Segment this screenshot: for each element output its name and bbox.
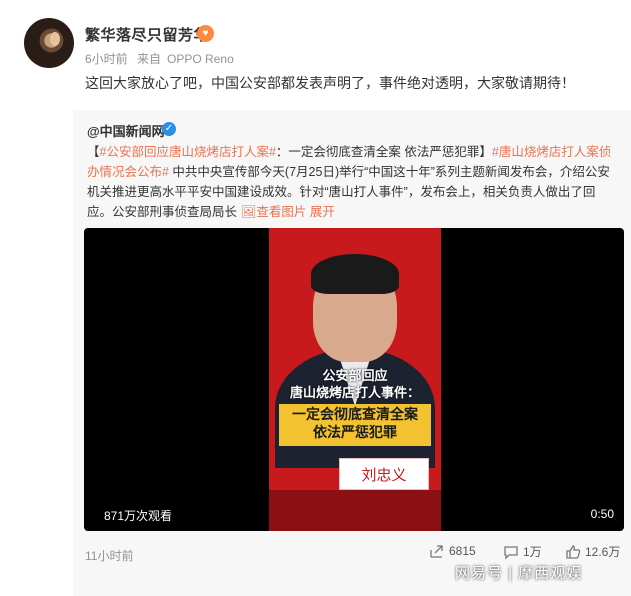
verified-icon: ✓ [162, 122, 176, 136]
bracket-open: 【 [87, 145, 100, 159]
expand-link[interactable]: 展开 [310, 205, 335, 219]
repost-text: 【#公安部回应唐山烧烤店打人案#：一定会彻底查清全案 依法严惩犯罪】#唐山烧烤店… [87, 142, 619, 222]
share-icon [430, 545, 443, 558]
share-button[interactable]: 6815 [429, 543, 476, 559]
caption-line4: 依法严惩犯罪 [313, 424, 397, 440]
comment-count: 1万 [523, 545, 542, 559]
source-device: OPPO Reno [167, 52, 234, 66]
repost-author[interactable]: @中国新闻网 [87, 121, 165, 140]
speaker-hair [311, 254, 399, 294]
post-text: 这回大家放心了吧，中国公安部都发表声明了，事件绝对透明，大家敬请期待！ [85, 75, 575, 91]
post-meta: 6小时前 来自 OPPO Reno [85, 50, 240, 67]
repost-card: @中国新闻网 ✓ 【#公安部回应唐山烧烤店打人案#：一定会彻底查清全案 依法严惩… [73, 110, 631, 596]
nameplate: 刘忠义 [339, 458, 429, 490]
like-button[interactable]: 12.6万 [565, 543, 620, 560]
vip-badge-icon: ♥ [197, 25, 214, 42]
headline: ：一定会彻底查清全案 依法严惩犯罪】 [275, 145, 492, 159]
video-player[interactable]: 公安部回应 唐山烧烤店打人事件： 一定会彻底查清全案 依法严惩犯罪 刘忠义 87… [84, 228, 624, 531]
video-duration: 0:50 [590, 507, 614, 521]
view-images-label: 查看图片 [256, 205, 307, 219]
view-count: 871万次观看 [104, 509, 173, 523]
source-prefix: 来自 [137, 52, 162, 66]
caption-line1: 公安部回应 [322, 368, 388, 383]
desk [269, 490, 441, 531]
video-frame: 公安部回应 唐山烧烤店打人事件： 一定会彻底查清全案 依法严惩犯罪 刘忠义 [269, 228, 441, 531]
comment-icon [504, 545, 518, 560]
post-time[interactable]: 6小时前 [85, 52, 128, 66]
thumbs-up-icon [566, 544, 581, 559]
username[interactable]: 繁华落尽只留芳华 [85, 24, 209, 45]
avatar[interactable] [24, 18, 74, 68]
image-icon: 🖼 [240, 205, 257, 219]
caption-line3: 一定会彻底查清全案 [292, 406, 418, 422]
like-count: 12.6万 [585, 545, 621, 559]
caption-line2: 唐山烧烤店打人事件： [289, 385, 420, 400]
view-images-link[interactable]: 🖼查看图片 [241, 205, 307, 219]
weibo-post: 繁华落尽只留芳华 ♥ 6小时前 来自 OPPO Reno 这回大家放心了吧，中国公… [0, 0, 631, 596]
share-count: 6815 [449, 544, 476, 558]
hashtag-link[interactable]: #公安部回应唐山烧烤店打人案# [100, 145, 276, 159]
repost-time[interactable]: 11小时前 [85, 547, 133, 564]
comment-button[interactable]: 1万 [503, 543, 542, 560]
watermark: 网易号 | 摩西观娱 [455, 565, 583, 582]
